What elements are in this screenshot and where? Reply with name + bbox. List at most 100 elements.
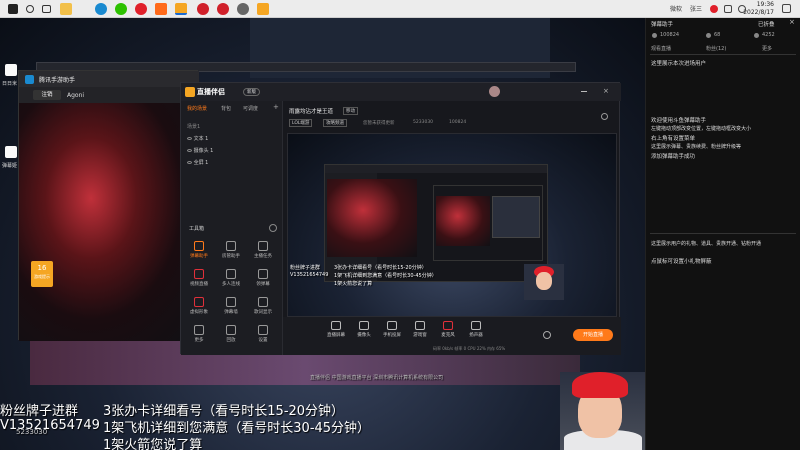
eye-icon[interactable] bbox=[187, 149, 192, 152]
task-view-icon[interactable] bbox=[42, 5, 51, 13]
assistant-badge[interactable]: 16 游戏提示 bbox=[31, 261, 53, 287]
preview-webcam-thumb bbox=[524, 264, 564, 300]
preview-overlay-left-a: 粉丝牌子进群 bbox=[290, 265, 321, 271]
nested-title-bar bbox=[325, 165, 547, 173]
tray-language[interactable]: 微软 bbox=[670, 4, 682, 13]
tool-lyrics[interactable]: 歌词显示 bbox=[249, 297, 277, 315]
task-icon bbox=[258, 241, 268, 251]
tray-red-icon[interactable] bbox=[710, 5, 718, 13]
app-avatar[interactable] bbox=[489, 86, 500, 97]
gift-line-1: 这里展示用户的礼物、道具、贵族开通、钻粉开通 bbox=[651, 241, 762, 247]
toolbox-more-icon[interactable] bbox=[269, 224, 277, 232]
stat-viewers: 100824 bbox=[660, 32, 680, 38]
link-icon bbox=[226, 269, 236, 279]
tool-multi-link[interactable]: 多人连线 bbox=[217, 269, 245, 287]
tool-video-live[interactable]: 视频直播 bbox=[185, 269, 213, 287]
app-title-bar[interactable]: 直播伴侣 新版 × bbox=[181, 83, 621, 101]
scene-group-label[interactable]: 场景1 bbox=[187, 123, 200, 130]
clock[interactable]: 19:36 2022/8/17 bbox=[743, 1, 774, 17]
tray-network-icon[interactable] bbox=[724, 5, 732, 13]
zhibo-banlv-window: 直播伴侣 新版 × 我的场景 背包 可调度 + 场景1 文本 1 摄像头 1 全… bbox=[180, 82, 621, 355]
camera-icon bbox=[359, 321, 369, 330]
app-icon-orange-2[interactable] bbox=[257, 3, 269, 15]
add-tab-button[interactable]: + bbox=[273, 103, 279, 111]
windows-start-icon[interactable] bbox=[8, 4, 18, 14]
gear-icon bbox=[258, 325, 268, 335]
folder-icon[interactable] bbox=[60, 3, 72, 15]
app-icon-grey[interactable] bbox=[237, 3, 249, 15]
search-icon[interactable] bbox=[26, 5, 34, 13]
app-minimize-icon[interactable] bbox=[581, 91, 587, 92]
notification-icon[interactable] bbox=[782, 4, 791, 13]
start-live-button[interactable]: 开始直播 bbox=[573, 329, 613, 341]
nested-game-scene bbox=[327, 179, 417, 257]
app-logo-text: 直播伴侣 bbox=[197, 88, 225, 96]
microphone-icon bbox=[443, 321, 453, 330]
user-icon bbox=[226, 241, 236, 251]
btn-phone-cast[interactable]: 手机投屏 bbox=[379, 321, 405, 338]
stream-tag[interactable]: 移动 bbox=[343, 107, 358, 115]
phone-icon bbox=[387, 321, 397, 330]
app-close-icon[interactable]: × bbox=[603, 87, 609, 95]
zhibo-banlv-taskbar-icon[interactable] bbox=[175, 3, 187, 15]
stream-title[interactable]: 雨露均沾才是王道 bbox=[289, 107, 333, 115]
tool-virtual-avatar[interactable]: 虚拟形象 bbox=[185, 297, 213, 315]
btn-screen-capture[interactable]: 直播屏幕 bbox=[323, 321, 349, 338]
game-assistant-window: 腾讯手游助手 注销 Agoni 16 游戏提示 bbox=[18, 70, 199, 341]
app-icon-orange[interactable] bbox=[155, 3, 167, 15]
tool-settings[interactable]: 设置 bbox=[249, 325, 277, 343]
overlay-offer-3: 1架火箭您说了算 bbox=[103, 438, 203, 450]
tab-watch-live[interactable]: 观看直播 bbox=[651, 45, 671, 52]
tool-anchor-tasks[interactable]: 主播任务 bbox=[249, 241, 277, 259]
app-icon-red-3[interactable] bbox=[217, 3, 229, 15]
assistant-title-bar[interactable]: 腾讯手游助手 bbox=[19, 71, 199, 87]
panel-divider bbox=[650, 54, 796, 55]
eye-icon[interactable] bbox=[187, 137, 192, 140]
app-icon-red[interactable] bbox=[135, 3, 147, 15]
welcome-line-2: 左键拖动顶部改变位置，左键拖动框改变大小 bbox=[651, 126, 752, 132]
tool-danmu-assistant[interactable]: 弹幕助手 bbox=[185, 241, 213, 259]
btn-speaker[interactable]: 扬声器 bbox=[463, 321, 489, 338]
tool-receive-danmu[interactable]: 领弹幕 bbox=[249, 269, 277, 287]
header-settings-icon[interactable] bbox=[601, 113, 608, 120]
tab-schedulable[interactable]: 可调度 bbox=[243, 105, 258, 112]
tray-user[interactable]: 张三 bbox=[690, 4, 702, 13]
category-chip-2[interactable]: 攻略频道 bbox=[323, 119, 347, 127]
app-icon-red-2[interactable] bbox=[197, 3, 209, 15]
panel-header-title: 弹幕助手 bbox=[651, 22, 674, 28]
stat-viewers-icon bbox=[652, 33, 657, 38]
tool-room-manager[interactable]: 房管助手 bbox=[217, 241, 245, 259]
eye-icon[interactable] bbox=[187, 161, 192, 164]
welcome-line-3: 右上角有设置菜单 bbox=[651, 136, 696, 142]
edge-browser-icon[interactable] bbox=[95, 3, 107, 15]
btn-camera[interactable]: 摄像头 bbox=[351, 321, 377, 338]
tab-backpack[interactable]: 背包 bbox=[221, 105, 231, 112]
btn-game-window[interactable]: 游戏窗 bbox=[407, 321, 433, 338]
tool-danmu-wall[interactable]: 弹幕墙 bbox=[217, 297, 245, 315]
app-version-badge[interactable]: 新版 bbox=[243, 88, 260, 96]
preview-overlay-mid-a: 3张办卡详细看号（看号时长15-20分钟） bbox=[334, 265, 427, 271]
source-row-text[interactable]: 文本 1 bbox=[187, 135, 208, 142]
panel-header-collapse[interactable]: 已折叠 bbox=[758, 20, 775, 28]
tab-fans[interactable]: 粉丝(12) bbox=[706, 45, 726, 52]
panel-divider-2 bbox=[650, 233, 796, 234]
gift-line-2: 点鼠标可设置小礼物屏蔽 bbox=[651, 259, 712, 265]
overlay-wechat-id: V13521654749 bbox=[0, 418, 100, 433]
assistant-cancel-tab[interactable]: 注销 bbox=[33, 90, 61, 100]
panel-close-icon[interactable]: × bbox=[789, 18, 795, 26]
bottom-settings-icon[interactable] bbox=[543, 331, 551, 339]
wechat-icon[interactable] bbox=[115, 3, 127, 15]
tool-more[interactable]: 更多 bbox=[185, 325, 213, 343]
tool-replay[interactable]: 回放 bbox=[217, 325, 245, 343]
desktop-icon-1[interactable] bbox=[5, 64, 17, 76]
category-chip[interactable]: LOL端游 bbox=[289, 119, 313, 127]
desktop-icon-2[interactable] bbox=[5, 146, 17, 158]
avatar-icon bbox=[194, 297, 204, 307]
update-hint: 您暂未获得更新 bbox=[363, 121, 395, 126]
tab-more[interactable]: 更多 bbox=[762, 45, 772, 52]
tab-my-scenes[interactable]: 我的场景 bbox=[187, 105, 207, 112]
source-row-fullscreen[interactable]: 全屏 1 bbox=[187, 159, 208, 166]
btn-microphone[interactable]: 麦克风 bbox=[435, 321, 461, 338]
assistant-user-tab[interactable]: Agoni bbox=[67, 92, 84, 99]
source-row-camera[interactable]: 摄像头 1 bbox=[187, 147, 213, 154]
